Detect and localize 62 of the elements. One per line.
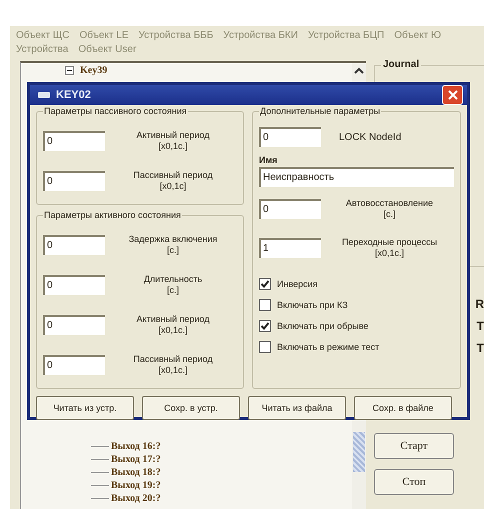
window-title: KEY02 — [56, 89, 92, 101]
tree-item[interactable]: Выход 20:? — [111, 493, 161, 504]
input-field[interactable]: 1 — [259, 238, 321, 258]
input-field[interactable]: 0 — [43, 235, 105, 255]
dialog-button[interactable]: Читать из файла — [248, 396, 346, 420]
input-field[interactable]: Неисправность — [259, 167, 454, 187]
unit-label: [x0,1с.] — [158, 365, 188, 376]
close-icon — [448, 90, 458, 100]
unit-label: [x0,1с.] — [158, 141, 188, 152]
field-label: Автовосстановление — [346, 198, 434, 209]
field-text: R — [475, 297, 484, 311]
window-icon — [38, 91, 50, 99]
tree-item[interactable]: Выход 17:? — [111, 454, 161, 465]
group-title: Journal — [381, 59, 422, 70]
field-label: Пассивный период — [133, 170, 213, 181]
dialog-button[interactable]: Сохр. в файле — [354, 396, 452, 420]
tree-item[interactable]: Выход 18:? — [111, 467, 161, 478]
side-button[interactable]: Стоп — [374, 469, 454, 495]
group-title: Параметры активного состояния — [43, 210, 182, 220]
group-title: Параметры пассивного состояния — [43, 106, 188, 116]
field-text: T — [476, 341, 484, 355]
field-text: T — [476, 319, 484, 333]
checkbox[interactable] — [259, 299, 271, 311]
field-label: Пассивный период — [133, 354, 213, 365]
input-field[interactable]: 0 — [259, 199, 321, 219]
collapse-icon[interactable] — [65, 66, 74, 75]
input-field[interactable]: 0 — [43, 171, 105, 191]
tree-item[interactable]: Выход 16:? — [111, 441, 161, 452]
field-label: Длительность — [144, 274, 202, 285]
checkbox[interactable] — [259, 320, 271, 332]
scroll-thumb[interactable] — [353, 432, 365, 472]
tree-item[interactable]: Выход 19:? — [111, 480, 161, 491]
side-button[interactable]: Старт — [374, 433, 454, 459]
input-field[interactable]: 0 — [43, 131, 105, 151]
group-title: Дополнительные параметры — [259, 106, 382, 116]
field-label: Переходные процессы — [342, 237, 438, 248]
unit-label: [с.] — [166, 245, 179, 256]
scroll-up-icon[interactable] — [353, 66, 365, 76]
checkbox[interactable] — [259, 278, 271, 290]
dialog-button[interactable]: Сохр. в устр. — [142, 396, 240, 420]
dialog-button[interactable]: Читать из устр. — [36, 396, 134, 420]
input-field[interactable]: 0 — [43, 275, 105, 295]
input-field[interactable]: 0 — [43, 355, 105, 375]
field-label: Активный период — [136, 130, 210, 141]
checkbox-label: Включать в режиме тест — [277, 342, 380, 352]
field-label: Задержка включения — [128, 234, 218, 245]
unit-label: [с.] — [166, 285, 179, 296]
close-button[interactable] — [442, 85, 463, 105]
field-label: LOCK NodeId — [339, 132, 402, 142]
checkbox-label: Инверсия — [277, 279, 318, 289]
unit-label: [x0,1с.] — [158, 325, 188, 336]
checkbox[interactable] — [259, 341, 271, 353]
unit-label: [x0,1с] — [160, 181, 186, 192]
input-field[interactable]: 0 — [259, 127, 321, 147]
input-field[interactable]: 0 — [43, 315, 105, 335]
unit-label: [x0,1с.] — [374, 248, 404, 259]
field-label: Имя — [259, 155, 278, 165]
checkbox-label: Включать при обрыве — [277, 321, 368, 331]
unit-label: [с.] — [383, 209, 396, 220]
tree-item[interactable]: Key39 — [80, 65, 108, 76]
checkbox-label: Включать при КЗ — [277, 300, 348, 310]
field-label: Активный период — [136, 314, 210, 325]
